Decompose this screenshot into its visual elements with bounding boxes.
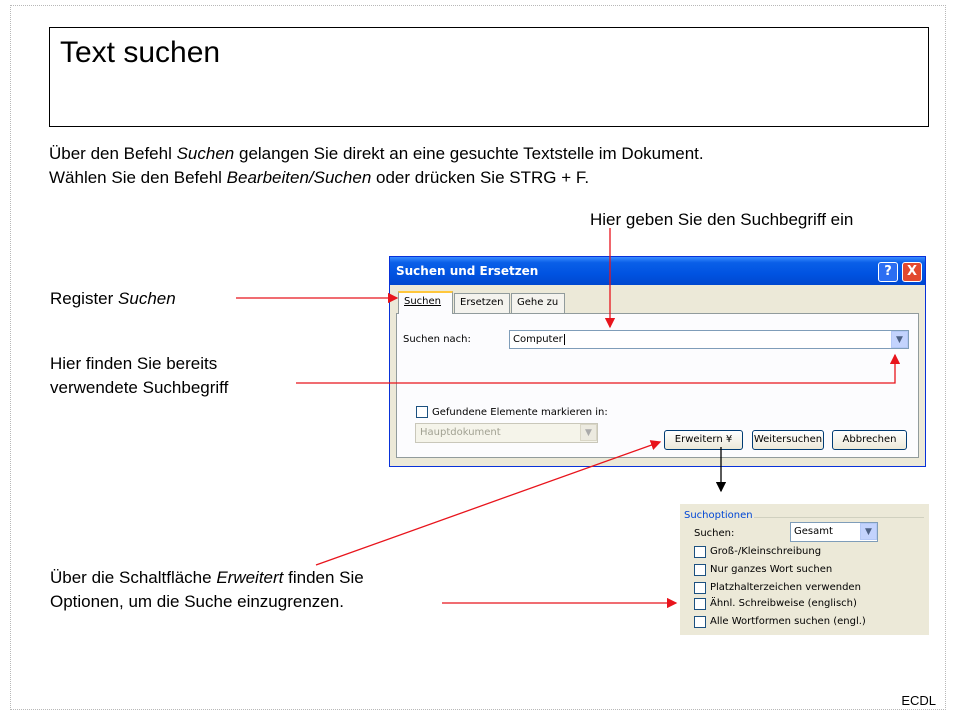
footer-label: ECDL [901, 693, 936, 708]
arrow-more-button [315, 440, 662, 566]
annotation-arrows [236, 228, 901, 609]
arrow-history [296, 353, 901, 384]
